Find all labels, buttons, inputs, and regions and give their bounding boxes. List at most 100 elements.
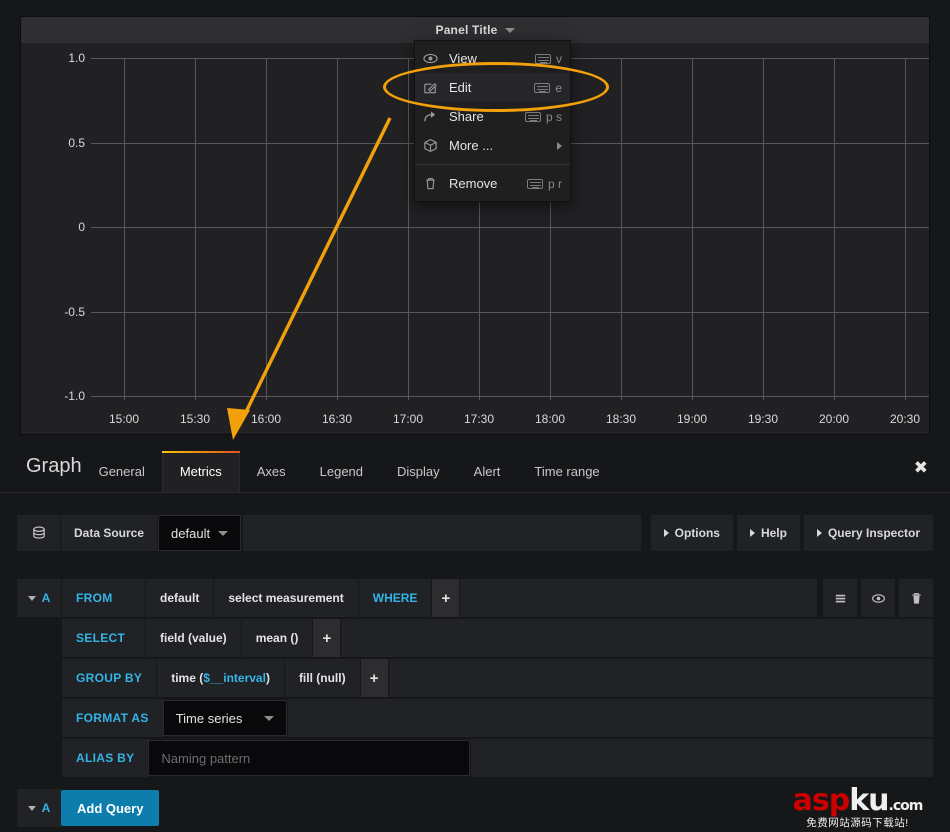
hamburger-icon[interactable] [823, 579, 857, 617]
tab-metrics[interactable]: Metrics [161, 451, 240, 492]
help-button[interactable]: Help [736, 515, 800, 551]
query-row-filler [340, 619, 933, 657]
gridline-v [834, 58, 835, 400]
triangle-right-icon [816, 529, 822, 537]
editor-tabbar: Graph General Metrics Axes Legend Displa… [0, 437, 950, 493]
x-axis-tick: 19:30 [747, 412, 779, 426]
add-group-by-button[interactable]: + [359, 659, 388, 697]
keyboard-icon [526, 178, 543, 189]
tab-axes[interactable]: Axes [240, 451, 303, 492]
watermark-logo: aspku.com [792, 782, 924, 818]
chevron-down-icon [27, 805, 36, 811]
query-row-group-by: GROUP BY time ($__interval) fill (null) … [17, 659, 933, 697]
query-row-format-as: FORMAT AS Time series [17, 699, 933, 737]
menu-item-label: More ... [449, 138, 494, 153]
query-inspector-button[interactable]: Query Inspector [803, 515, 933, 551]
menu-item-remove[interactable]: Remove p r [415, 169, 570, 198]
shortcut-key: e [555, 80, 562, 95]
datasource-value: default [171, 525, 211, 541]
y-axis-tick: 0.5 [68, 136, 85, 150]
triangle-right-icon [663, 529, 669, 537]
datasource-select[interactable]: default [158, 515, 242, 551]
menu-item-more[interactable]: More ... [415, 131, 570, 160]
datasource-row: Data Source default Options Help Query I… [17, 515, 933, 551]
menu-item-shortcut: p s [524, 109, 562, 124]
trash-icon[interactable] [899, 579, 933, 617]
panel-context-menu[interactable]: View v Edit e Share p s More ... Remove … [414, 40, 571, 202]
trash-icon [423, 176, 449, 191]
panel-title-menu-trigger[interactable]: Panel Title [435, 23, 515, 37]
tab-legend[interactable]: Legend [303, 451, 380, 492]
share-arrow-icon [423, 109, 449, 124]
close-icon[interactable]: ✖ [914, 458, 950, 492]
query-key-format-as: FORMAT AS [61, 699, 163, 737]
shortcut-key: p r [547, 176, 562, 191]
add-select-button[interactable]: + [312, 619, 341, 657]
format-as-select[interactable]: Time series [162, 700, 288, 736]
add-query-button[interactable]: Add Query [61, 790, 160, 826]
menu-item-share[interactable]: Share p s [415, 102, 570, 131]
add-where-button[interactable]: + [431, 579, 460, 617]
tab-time-range[interactable]: Time range [517, 451, 616, 492]
chevron-down-icon [27, 595, 36, 601]
menu-item-edit[interactable]: Edit e [415, 73, 570, 102]
keyboard-icon [524, 111, 541, 122]
gridline-h [91, 312, 929, 313]
tab-alert[interactable]: Alert [457, 451, 518, 492]
y-axis-tick: -0.5 [64, 305, 85, 319]
query-group-by-fill[interactable]: fill (null) [283, 659, 360, 697]
tab-general[interactable]: General [82, 451, 162, 492]
eye-icon[interactable] [861, 579, 895, 617]
query-group-by-time[interactable]: time ($__interval) [156, 659, 284, 697]
x-axis-tick: 16:00 [250, 412, 282, 426]
gridline-v [763, 58, 764, 400]
query-select-field[interactable]: field (value) [145, 619, 241, 657]
options-button[interactable]: Options [650, 515, 733, 551]
query-key-group-by: GROUP BY [61, 659, 157, 697]
add-query-ref-id: A [41, 801, 51, 815]
x-axis-tick: 15:00 [108, 412, 140, 426]
shortcut-key: p s [545, 109, 562, 124]
menu-item-label: Remove [449, 176, 498, 191]
x-axis-tick: 15:30 [179, 412, 211, 426]
menu-item-view[interactable]: View v [415, 44, 570, 73]
query-row-from: A FROM default select measurement WHERE … [17, 579, 933, 617]
query-from-measurement[interactable]: select measurement [213, 579, 358, 617]
query-collapse-toggle[interactable]: A [17, 579, 61, 617]
keyboard-icon [535, 53, 551, 64]
query-key-alias-by: ALIAS BY [61, 739, 149, 777]
tab-display[interactable]: Display [380, 451, 457, 492]
panel-editor: Graph General Metrics Axes Legend Displa… [0, 437, 950, 832]
query-actions [823, 579, 933, 617]
shortcut-key: v [556, 51, 562, 66]
group-by-time-prefix: time ( [171, 671, 204, 685]
query-row-filler [287, 699, 933, 737]
gridline-v [621, 58, 622, 400]
query-ref-id: A [41, 591, 51, 605]
x-axis-tick: 20:00 [818, 412, 850, 426]
menu-item-shortcut: e [534, 81, 562, 95]
panel-title: Panel Title [435, 23, 498, 37]
watermark-ku: ku [849, 782, 889, 818]
alias-by-input[interactable]: Naming pattern [148, 740, 471, 776]
editor-type-label: Graph [26, 455, 82, 477]
query-row-alias-by: ALIAS BY Naming pattern [17, 739, 933, 777]
add-query-collapse-toggle[interactable]: A [17, 789, 61, 827]
chevron-down-icon[interactable] [504, 27, 515, 33]
watermark-domain: .com [888, 797, 924, 814]
query-from-policy[interactable]: default [145, 579, 214, 617]
gridline-v [195, 58, 196, 400]
query-select-mean[interactable]: mean () [240, 619, 313, 657]
x-axis-tick: 20:30 [889, 412, 921, 426]
y-axis-tick: 1.0 [68, 51, 85, 65]
query-row-filler [470, 739, 933, 777]
menu-divider [415, 164, 570, 165]
watermark-asp: asp [792, 782, 851, 818]
gridline-v [408, 58, 409, 400]
pencil-square-icon [423, 80, 449, 95]
watermark: aspku.com 免费网站源码下载站! [770, 784, 945, 830]
query-row-filler [459, 579, 817, 617]
options-button-label: Options [674, 526, 720, 540]
query-key-select: SELECT [61, 619, 145, 657]
format-as-value: Time series [175, 710, 243, 726]
